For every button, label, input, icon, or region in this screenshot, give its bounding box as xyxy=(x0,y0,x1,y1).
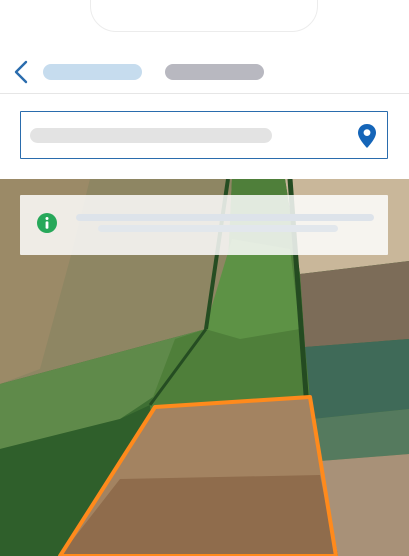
device-notch xyxy=(90,0,318,32)
info-text-placeholder-line xyxy=(76,214,374,221)
info-banner xyxy=(20,195,388,255)
info-text-placeholder-line xyxy=(98,225,338,232)
header-bar xyxy=(0,50,409,94)
app-screen xyxy=(0,0,409,556)
chevron-left-icon xyxy=(14,60,28,84)
map-pin-icon[interactable] xyxy=(357,123,377,149)
location-search-field[interactable] xyxy=(20,111,388,159)
page-title-placeholder xyxy=(43,64,142,80)
header-divider xyxy=(0,93,409,94)
back-button[interactable] xyxy=(10,58,34,86)
info-circle-icon xyxy=(36,212,58,234)
page-subtitle-placeholder xyxy=(165,64,264,80)
location-field-placeholder xyxy=(30,128,272,143)
